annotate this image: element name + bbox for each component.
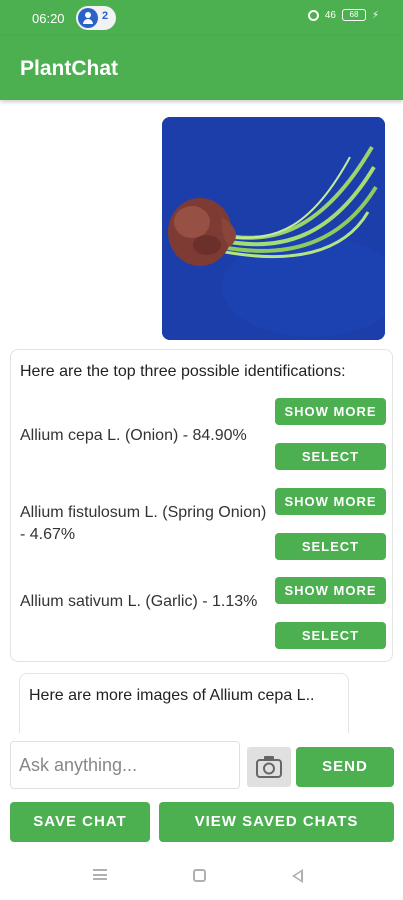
notification-count: 2 [102,10,109,22]
more-images-message: Here are more images of Allium cepa L.. [19,673,349,733]
show-more-button[interactable]: SHOW MORE [275,577,386,604]
camera-icon [256,756,282,778]
network-indicator: 46 [324,9,336,21]
notification-pill: 2 [76,6,116,30]
back-icon[interactable] [292,869,303,883]
result-item: Allium fistulosum L. (Spring Onion) - 4.… [11,488,394,564]
onion-photo[interactable] [162,117,385,340]
results-heading: Here are the top three possible identifi… [20,363,346,380]
menu-icon[interactable] [93,869,107,880]
result-label: Allium fistulosum L. (Spring Onion) - 4.… [20,504,267,543]
select-button[interactable]: SELECT [275,533,386,560]
home-icon[interactable] [193,869,206,882]
show-more-button[interactable]: SHOW MORE [275,398,386,425]
battery-icon: 68 [341,9,366,21]
status-icons: 46 68 ⚡ [307,9,379,21]
result-label: Allium sativum L. (Garlic) - 1.13% [20,593,258,610]
show-more-button[interactable]: SHOW MORE [275,488,386,515]
camera-button[interactable] [247,747,291,787]
view-saved-chats-button[interactable]: VIEW SAVED CHATS [159,802,394,842]
result-label: Allium cepa L. (Onion) - 84.90% [20,427,247,444]
select-button[interactable]: SELECT [275,622,386,649]
status-time: 06:20 [32,11,65,26]
result-item: Allium sativum L. (Garlic) - 1.13% SHOW … [11,577,394,653]
status-bar: 06:20 2 46 68 ⚡ [0,0,403,36]
input-row: SEND [0,735,403,795]
onion-illustration [162,117,385,340]
identification-results-card: Here are the top three possible identifi… [10,349,393,662]
account-icon [78,8,98,28]
send-button[interactable]: SEND [296,747,394,787]
result-item: Allium cepa L. (Onion) - 84.90% SHOW MOR… [11,398,394,474]
more-images-text: Here are more images of Allium cepa L.. [29,687,315,704]
app-bar: PlantChat [0,36,403,100]
alarm-icon [307,9,319,21]
system-nav-bar [0,852,403,900]
ask-input[interactable] [10,741,240,789]
charging-icon: ⚡ [371,9,379,21]
save-chat-button[interactable]: SAVE CHAT [10,802,150,842]
app-title: PlantChat [20,57,119,80]
select-button[interactable]: SELECT [275,443,386,470]
